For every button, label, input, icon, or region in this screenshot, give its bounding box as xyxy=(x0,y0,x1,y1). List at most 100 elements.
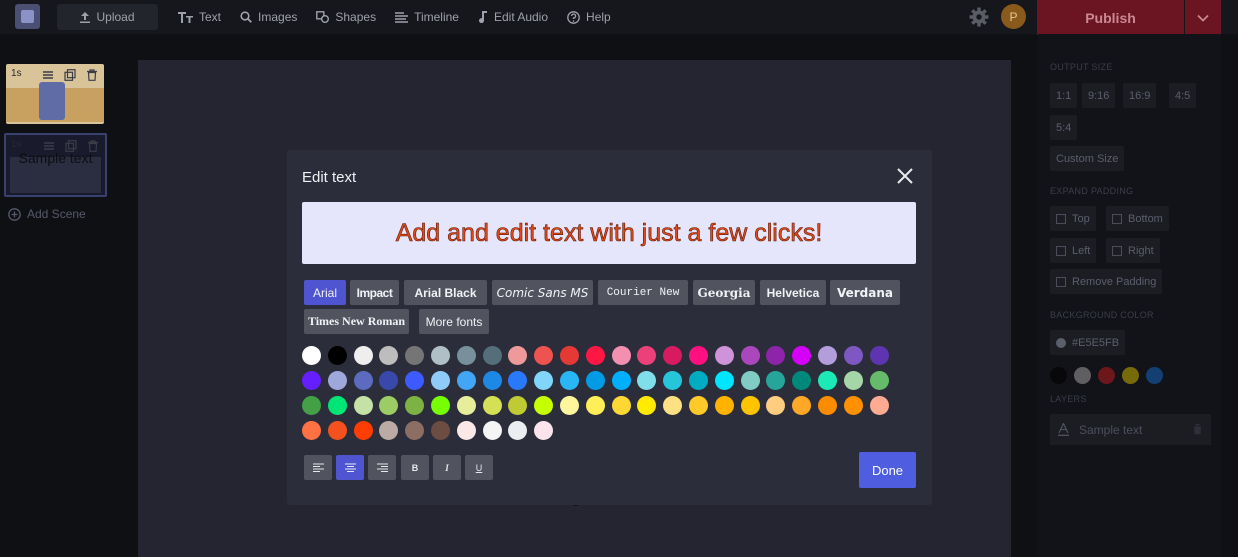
color-swatch[interactable] xyxy=(508,371,528,390)
checkbox[interactable] xyxy=(1056,276,1066,287)
color-swatch[interactable] xyxy=(637,346,657,365)
color-swatch[interactable] xyxy=(508,421,528,440)
color-swatch[interactable] xyxy=(869,346,889,365)
padding-bottom-option[interactable]: Bottom xyxy=(1106,206,1169,231)
color-swatch[interactable] xyxy=(327,346,347,365)
size-1-1-button[interactable]: 1:1 xyxy=(1050,83,1078,108)
color-swatch[interactable] xyxy=(405,396,425,415)
color-swatch[interactable] xyxy=(302,396,321,415)
font-option-georgia[interactable]: Georgia xyxy=(693,280,755,305)
color-swatch[interactable] xyxy=(431,371,450,390)
menu-icon[interactable] xyxy=(42,68,54,80)
remove-padding-option[interactable]: Remove Padding xyxy=(1050,269,1163,294)
color-swatch[interactable] xyxy=(405,421,425,440)
close-icon[interactable] xyxy=(896,167,914,185)
color-swatch[interactable] xyxy=(431,346,450,365)
color-swatch[interactable] xyxy=(818,371,837,390)
color-swatch[interactable] xyxy=(327,371,347,390)
color-swatch[interactable] xyxy=(740,346,760,365)
color-swatch[interactable] xyxy=(353,396,373,415)
color-swatch[interactable] xyxy=(431,396,450,415)
color-swatch[interactable] xyxy=(560,396,579,415)
size-5-4-button[interactable]: 5:4 xyxy=(1050,115,1078,140)
color-swatch[interactable] xyxy=(302,371,321,390)
color-swatch[interactable] xyxy=(327,421,347,440)
padding-right-option[interactable]: Right xyxy=(1106,238,1160,263)
color-swatch[interactable] xyxy=(482,346,502,365)
color-swatch[interactable] xyxy=(560,371,579,390)
bold-button[interactable]: B xyxy=(401,455,429,480)
align-right-button[interactable] xyxy=(368,455,396,480)
color-swatch[interactable] xyxy=(456,371,476,390)
gear-icon[interactable] xyxy=(969,7,989,27)
color-swatch[interactable] xyxy=(611,371,631,390)
checkbox[interactable] xyxy=(1056,245,1066,256)
trash-icon[interactable] xyxy=(86,68,98,81)
color-swatch[interactable] xyxy=(843,396,863,415)
text-preview-input[interactable]: Add and edit text with just a few clicks… xyxy=(302,202,916,264)
padding-top-option[interactable]: Top xyxy=(1050,206,1096,231)
color-swatch[interactable] xyxy=(792,346,812,365)
upload-button[interactable]: Upload xyxy=(57,4,158,30)
color-swatch[interactable] xyxy=(766,396,786,415)
scene-thumbnail-1[interactable]: 1s xyxy=(6,64,104,124)
color-swatch[interactable] xyxy=(792,371,812,390)
color-swatch[interactable] xyxy=(405,346,425,365)
background-color-picker[interactable]: #E5E5FB xyxy=(1050,330,1126,355)
color-swatch[interactable] xyxy=(353,371,373,390)
duplicate-icon[interactable] xyxy=(64,68,76,81)
color-swatch[interactable] xyxy=(302,346,321,365)
color-swatch[interactable] xyxy=(869,396,889,415)
custom-size-button[interactable]: Custom Size xyxy=(1050,146,1125,171)
color-swatch[interactable] xyxy=(818,346,837,365)
background-color-swatch[interactable] xyxy=(1122,367,1139,384)
color-swatch[interactable] xyxy=(482,371,502,390)
nav-edit-audio[interactable]: Edit Audio xyxy=(478,10,548,24)
size-4-5-button[interactable]: 4:5 xyxy=(1169,83,1197,108)
padding-left-option[interactable]: Left xyxy=(1050,238,1097,263)
avatar[interactable]: P xyxy=(1001,4,1026,29)
color-swatch[interactable] xyxy=(353,421,373,440)
color-swatch[interactable] xyxy=(534,421,554,440)
color-swatch[interactable] xyxy=(585,396,605,415)
color-swatch[interactable] xyxy=(379,396,399,415)
size-16-9-button[interactable]: 16:9 xyxy=(1123,83,1157,108)
color-swatch[interactable] xyxy=(869,371,889,390)
color-swatch[interactable] xyxy=(689,396,708,415)
font-option-courier-new[interactable]: Courier New xyxy=(598,280,688,305)
color-swatch[interactable] xyxy=(689,371,708,390)
background-color-swatch[interactable] xyxy=(1146,367,1163,384)
nav-images[interactable]: Images xyxy=(240,10,297,24)
color-swatch[interactable] xyxy=(534,396,554,415)
color-swatch[interactable] xyxy=(843,371,863,390)
color-swatch[interactable] xyxy=(766,346,786,365)
font-option-verdana[interactable]: Verdana xyxy=(830,280,900,305)
color-swatch[interactable] xyxy=(792,396,812,415)
color-swatch[interactable] xyxy=(740,396,760,415)
background-color-swatch[interactable] xyxy=(1050,367,1067,384)
done-button[interactable]: Done xyxy=(859,452,916,488)
align-left-button[interactable] xyxy=(304,455,332,480)
scene-thumbnail-2[interactable]: 1s Sample text xyxy=(4,133,107,197)
nav-shapes[interactable]: Shapes xyxy=(316,10,376,24)
color-swatch[interactable] xyxy=(456,396,476,415)
checkbox[interactable] xyxy=(1056,213,1066,224)
color-swatch[interactable] xyxy=(431,421,450,440)
color-swatch[interactable] xyxy=(456,421,476,440)
color-swatch[interactable] xyxy=(482,421,502,440)
color-swatch[interactable] xyxy=(611,346,631,365)
color-swatch[interactable] xyxy=(818,396,837,415)
font-option-times-new-roman[interactable]: Times New Roman xyxy=(304,309,409,334)
nav-help[interactable]: Help xyxy=(567,10,611,24)
nav-text[interactable]: Text xyxy=(178,10,221,24)
font-option-arial-black[interactable]: Arial Black xyxy=(404,280,487,305)
nav-timeline[interactable]: Timeline xyxy=(395,10,459,24)
more-fonts-button[interactable]: More fonts xyxy=(419,309,489,334)
color-swatch[interactable] xyxy=(534,371,554,390)
color-swatch[interactable] xyxy=(327,396,347,415)
align-center-button[interactable] xyxy=(336,455,364,480)
color-swatch[interactable] xyxy=(637,371,657,390)
color-swatch[interactable] xyxy=(405,371,425,390)
color-swatch[interactable] xyxy=(663,396,683,415)
color-swatch[interactable] xyxy=(560,346,579,365)
